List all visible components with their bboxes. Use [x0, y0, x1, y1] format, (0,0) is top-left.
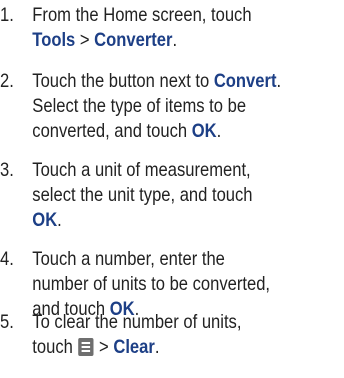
- step-number: 1.: [0, 4, 14, 26]
- step-text: Touch a number, enter the: [32, 248, 225, 270]
- step-text: Touch the button next to: [32, 70, 214, 92]
- step-line: From the Home screen, touch: [0, 3, 292, 28]
- step-punctuation: .: [276, 70, 282, 92]
- instruction-document: 1. From the Home screen, touch Tools > C…: [0, 0, 344, 378]
- step-line: Select the type of items to be: [0, 94, 292, 119]
- step-line: OK.: [0, 208, 292, 233]
- step-number: 5.: [0, 311, 14, 333]
- step-2: 2. Touch the button next to Convert. Sel…: [0, 69, 292, 144]
- step-line: Touch a number, enter the: [0, 247, 292, 272]
- step-text: select the unit type, and touch: [32, 184, 253, 206]
- menu-icon: [78, 338, 94, 356]
- step-3: 3. Touch a unit of measurement, select t…: [0, 158, 292, 233]
- step-line: touch > Clear.: [0, 335, 292, 360]
- keyword-ok: OK: [32, 209, 58, 231]
- step-punctuation: .: [57, 209, 62, 231]
- separator: >: [75, 29, 95, 51]
- step-punctuation: .: [172, 29, 178, 51]
- step-punctuation: .: [154, 336, 160, 358]
- step-text: number of units to be converted,: [32, 273, 271, 295]
- step-line: Touch the button next to Convert.: [0, 69, 292, 94]
- keyword-convert: Convert: [213, 70, 277, 92]
- step-text: To clear the number of units,: [32, 311, 242, 333]
- step-text: From the Home screen, touch: [32, 4, 252, 26]
- step-number: 2.: [0, 70, 14, 92]
- step-number: 4.: [0, 248, 14, 270]
- step-1: 1. From the Home screen, touch Tools > C…: [0, 3, 292, 53]
- step-line: Tools > Converter.: [0, 28, 292, 53]
- step-line: number of units to be converted,: [0, 272, 292, 297]
- keyword-clear: Clear: [113, 336, 155, 358]
- step-text: Touch a unit of measurement,: [32, 159, 251, 181]
- step-number: 3.: [0, 159, 14, 181]
- step-text: touch: [32, 336, 78, 358]
- keyword-converter: Converter: [94, 29, 173, 51]
- keyword-ok: OK: [191, 120, 217, 142]
- step-text: Select the type of items to be: [32, 95, 247, 117]
- step-line: Touch a unit of measurement,: [0, 158, 292, 183]
- step-5: 5. To clear the number of units, touch >…: [0, 310, 292, 360]
- step-line: To clear the number of units,: [0, 310, 292, 335]
- step-line: select the unit type, and touch: [0, 183, 292, 208]
- step-punctuation: .: [216, 120, 222, 142]
- step-line: converted, and touch OK.: [0, 119, 292, 144]
- step-text: converted, and touch: [32, 120, 192, 142]
- keyword-tools: Tools: [32, 29, 76, 51]
- separator: >: [94, 336, 114, 358]
